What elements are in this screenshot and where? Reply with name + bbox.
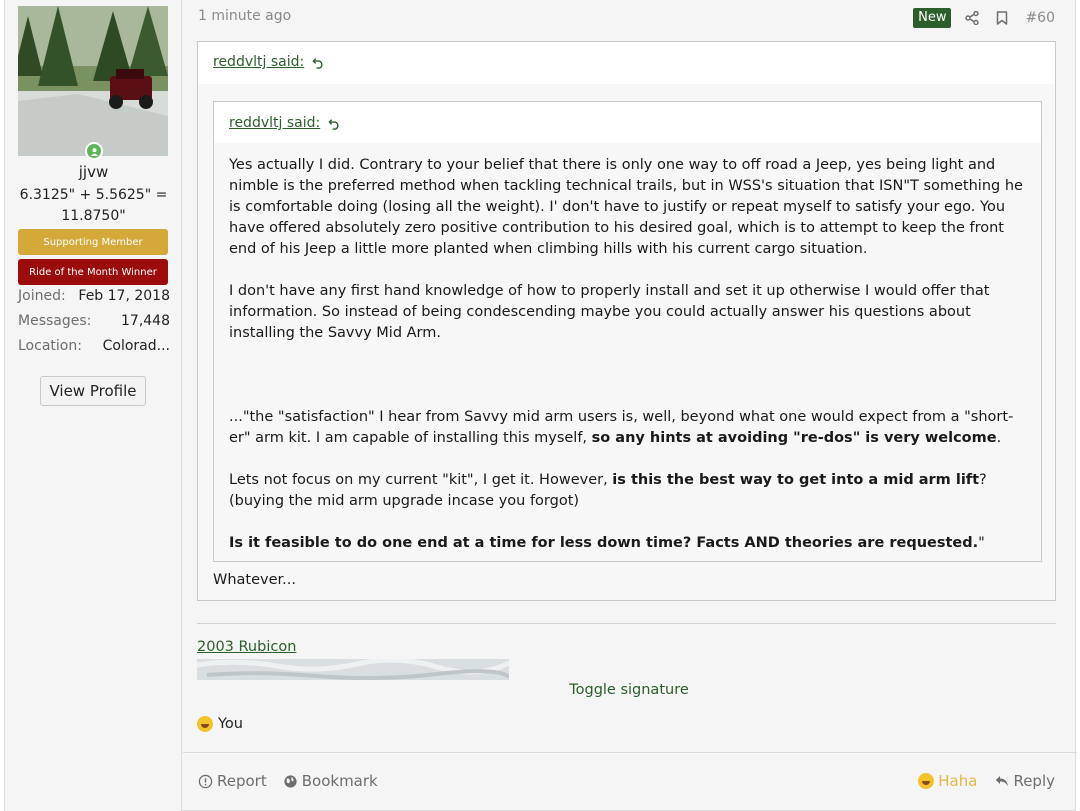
reply-button[interactable]: Reply — [995, 772, 1055, 790]
post-main: 1 minute ago New #60 reddvltj said: redd… — [183, 0, 1077, 811]
new-badge: New — [913, 8, 952, 28]
user-avatar[interactable] — [18, 6, 168, 156]
stat-label: Messages: — [18, 313, 92, 329]
stat-label: Joined: — [18, 288, 66, 304]
outer-quote-attribution[interactable]: reddvltj said: — [213, 54, 325, 70]
stat-joined: Joined: Feb 17, 2018 — [18, 288, 170, 308]
user-sidebar: jjvw 6.3125" + 5.5625" = 11.8750" Suppor… — [5, 0, 182, 811]
stat-location: Location: Colorad... — [18, 338, 170, 358]
post-footer-right: Haha Reply — [918, 772, 1055, 790]
user-title: 6.3125" + 5.5625" = 11.8750" — [19, 187, 168, 224]
reaction-summary[interactable]: You — [218, 716, 243, 732]
post-footer-left: Report Bookmark — [198, 772, 378, 790]
username[interactable]: jjvw — [5, 163, 182, 181]
view-profile-button[interactable]: View Profile — [40, 376, 146, 406]
reactions-bar[interactable]: You — [197, 716, 243, 732]
reply-icon — [996, 775, 1009, 786]
inner-quote: reddvltj said: Yes actually I did. Contr… — [213, 101, 1042, 562]
jump-to-quote-icon[interactable] — [312, 56, 325, 69]
quote-attribution-text: reddvltj said: — [213, 54, 305, 70]
haha-emoji-icon — [918, 773, 935, 789]
quote-paragraph: Yes actually I did. Contrary to your bel… — [229, 157, 1023, 257]
forum-post: jjvw 6.3125" + 5.5625" = 11.8750" Suppor… — [4, 0, 1077, 811]
stat-value: Feb 17, 2018 — [78, 288, 170, 304]
avatar-photo — [18, 6, 168, 156]
post-time[interactable]: 1 minute ago — [198, 8, 291, 24]
quote-paragraph: ..."the "satisfaction" I hear from Savvy… — [229, 409, 1014, 446]
globe-icon — [284, 774, 297, 788]
quote-attribution-text: reddvltj said: — [229, 115, 321, 131]
stat-value: 17,448 — [121, 313, 170, 329]
signature-link[interactable]: 2003 Rubicon — [197, 639, 296, 655]
footer-divider — [183, 752, 1077, 753]
signature-divider — [197, 623, 1056, 624]
stat-value[interactable]: Colorad... — [103, 338, 170, 358]
inner-quote-body: Yes actually I did. Contrary to your bel… — [214, 143, 1041, 554]
inner-quote-header: reddvltj said: — [214, 102, 1041, 143]
toggle-signature-link[interactable]: Toggle signature — [183, 682, 1075, 698]
haha-reaction-icon — [197, 716, 213, 732]
outer-quote-header: reddvltj said: — [198, 42, 1055, 84]
post-number[interactable]: #60 — [1025, 10, 1055, 26]
report-label: Report — [217, 772, 267, 790]
bookmark-label: Bookmark — [301, 772, 378, 790]
bookmark-button[interactable]: Bookmark — [283, 772, 378, 790]
post-reply-text: Whatever... — [213, 572, 296, 588]
outer-quote: reddvltj said: reddvltj said: Yes actual… — [197, 41, 1056, 601]
report-button[interactable]: Report — [198, 772, 267, 790]
online-status-icon — [85, 142, 103, 160]
quote-paragraph: Lets not focus on my current "kit", I ge… — [229, 472, 987, 509]
signature-image — [197, 659, 509, 680]
reply-label: Reply — [1013, 772, 1055, 790]
quote-paragraph: I don't have any first hand knowledge of… — [229, 283, 990, 341]
ride-of-month-banner: Ride of the Month Winner — [18, 259, 168, 285]
post-actions: New #60 — [913, 8, 1055, 28]
haha-label: Haha — [938, 772, 978, 790]
bookmark-icon[interactable] — [993, 9, 1011, 27]
share-icon[interactable] — [963, 9, 981, 27]
supporting-member-banner: Supporting Member — [18, 229, 168, 255]
jump-to-quote-icon[interactable] — [328, 117, 341, 130]
stat-messages: Messages: 17,448 — [18, 313, 170, 333]
haha-reaction-button[interactable]: Haha — [918, 772, 977, 790]
stat-label: Location: — [18, 338, 82, 354]
report-icon — [198, 774, 213, 788]
quote-paragraph: Is it feasible to do one end at a time f… — [229, 535, 985, 551]
inner-quote-attribution[interactable]: reddvltj said: — [229, 115, 341, 131]
